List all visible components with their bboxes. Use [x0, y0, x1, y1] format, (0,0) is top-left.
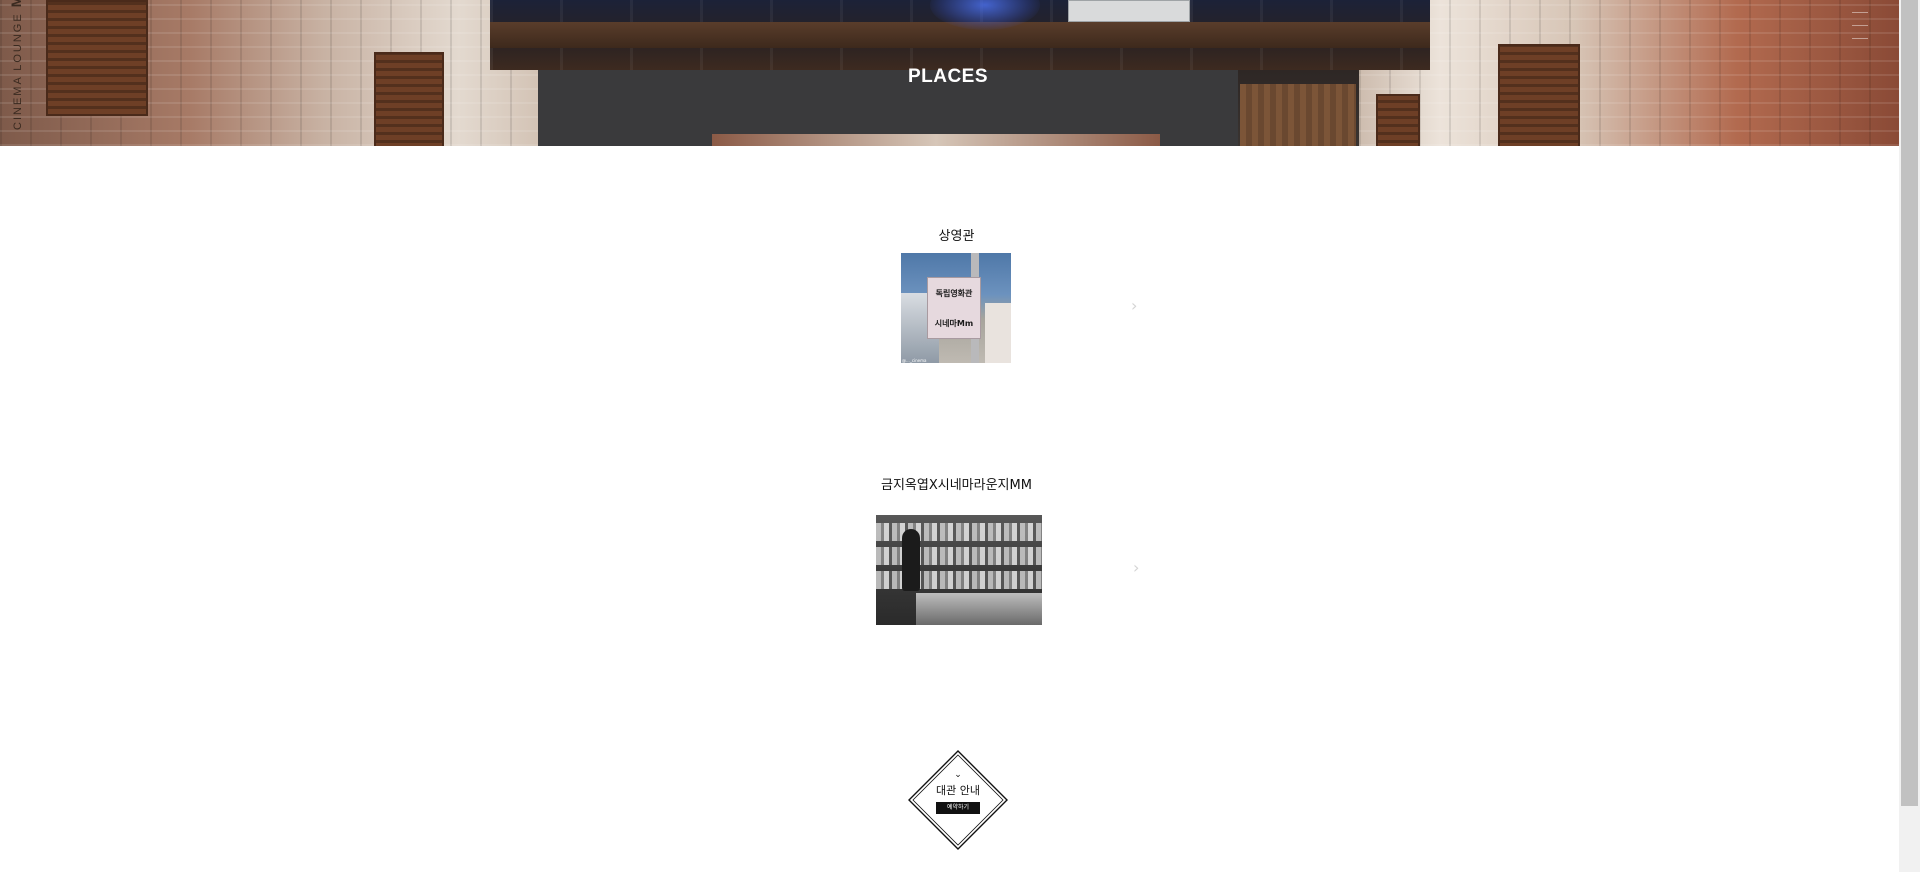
rental-info-label: 대관 안내 [936, 784, 980, 797]
place-title-screening-room: 상영관 [938, 229, 975, 244]
hero-shutter [46, 0, 148, 116]
menu-line [1852, 25, 1868, 26]
brand-text: CINEMA LOUNGE [12, 12, 24, 130]
photo-caption: @..._cinema [902, 358, 927, 363]
photo-shelf [876, 523, 1042, 541]
scrollbar-thumb[interactable] [1901, 0, 1918, 806]
photo-sign: 독립영화관 시네마Mm [927, 277, 981, 339]
place-title-bookstore: 금지옥엽X시네마라운지MM [881, 478, 1032, 493]
hero-shutter [1498, 44, 1580, 146]
menu-line [1852, 38, 1868, 39]
rental-info-badge[interactable]: ⌄ 대관 안내 예약하기 [908, 750, 1008, 850]
hero-banner: PLACES CINEMA LOUNGE MM [0, 0, 1899, 146]
menu-icon[interactable] [1850, 0, 1870, 70]
hero-screen [712, 134, 1160, 146]
chevron-down-icon: ⌄ [954, 770, 962, 780]
menu-line [1852, 12, 1868, 13]
brand-mark: MM [8, 0, 24, 7]
photo-wall [985, 303, 1011, 363]
scrollbar[interactable] [1899, 0, 1920, 872]
reserve-button[interactable]: 예약하기 [936, 802, 980, 814]
brand-logo[interactable]: CINEMA LOUNGE MM [8, 0, 24, 130]
chevron-right-icon[interactable]: › [1133, 558, 1139, 577]
hero-ac-unit [1068, 0, 1190, 22]
hero-shutter [1376, 94, 1420, 146]
diamond-frame-icon [908, 750, 1008, 850]
photo-shelf [876, 571, 1042, 589]
photo-person [902, 529, 920, 591]
sign-line: 시네마Mm [934, 318, 974, 328]
chevron-right-icon[interactable]: › [1131, 296, 1137, 315]
place-photo-screening-room[interactable]: 독립영화관 시네마Mm @..._cinema [901, 253, 1011, 363]
hero-wood-panel [1240, 84, 1356, 146]
photo-table [916, 593, 1042, 625]
page-title: PLACES [907, 66, 989, 87]
photo-shelf [876, 547, 1042, 565]
sign-line: 독립영화관 [935, 288, 973, 298]
place-photo-bookstore[interactable] [876, 515, 1042, 625]
